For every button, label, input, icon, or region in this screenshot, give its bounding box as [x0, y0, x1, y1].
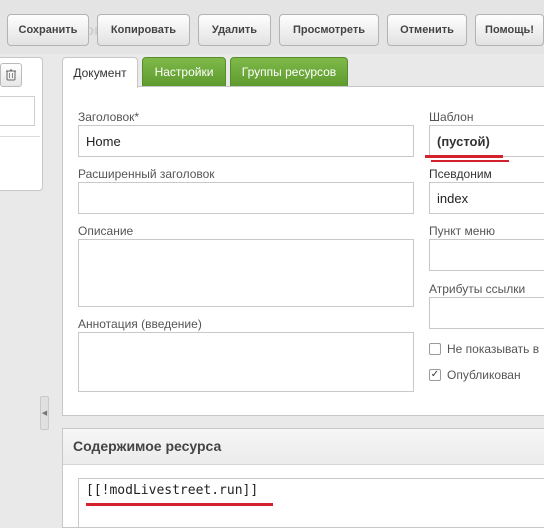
save-button[interactable]: Сохранить [7, 14, 89, 46]
trash-icon[interactable] [0, 63, 22, 87]
content-editor-text: [[!modLivestreet.run]] [86, 483, 259, 498]
alias-input[interactable]: index [429, 182, 544, 214]
content-highlight-underline [86, 503, 273, 506]
link-attributes-label: Атрибуты ссылки [429, 282, 526, 296]
introtext-label: Аннотация (введение) [78, 317, 202, 331]
title-input[interactable]: Home [78, 125, 414, 157]
published-checkbox[interactable]: ✓ [429, 369, 441, 381]
tab-document[interactable]: Документ [62, 57, 138, 88]
cancel-button[interactable]: Отменить [387, 14, 467, 46]
description-textarea[interactable] [78, 239, 414, 307]
menutitle-input[interactable] [429, 239, 544, 271]
title-label: Заголовок* [78, 110, 140, 124]
longtitle-input[interactable] [78, 182, 414, 214]
longtitle-label: Расширенный заголовок [78, 167, 215, 181]
delete-button[interactable]: Удалить [198, 14, 271, 46]
tab-resource-groups[interactable]: Группы ресурсов [230, 57, 348, 87]
toolbar: or Сохранить Копировать Удалить Просмотр… [0, 0, 544, 54]
content-panel-title: Содержимое ресурса [73, 438, 222, 454]
template-label: Шаблон [429, 110, 474, 124]
preview-button[interactable]: Просмотреть [279, 14, 379, 46]
description-label: Описание [78, 224, 134, 238]
tab-settings[interactable]: Настройки [142, 57, 226, 87]
introtext-textarea[interactable] [78, 332, 414, 392]
hidemenu-label: Не показывать в [447, 342, 540, 356]
menutitle-label: Пункт меню [429, 224, 496, 238]
hidemenu-checkbox[interactable] [429, 343, 441, 355]
copy-button[interactable]: Копировать [97, 14, 190, 46]
chevron-left-icon[interactable]: ◀ [40, 396, 49, 430]
help-button[interactable]: Помощь! [475, 14, 544, 46]
template-highlight-underline [425, 155, 503, 158]
published-label: Опубликован [447, 368, 521, 382]
alias-label: Псевдоним [429, 167, 492, 181]
tree-filter-field[interactable] [0, 96, 35, 126]
link-attributes-input[interactable] [429, 297, 544, 329]
divider [0, 136, 40, 137]
template-highlight-underline-2 [431, 160, 509, 162]
template-select[interactable]: (пустой) [429, 125, 544, 157]
